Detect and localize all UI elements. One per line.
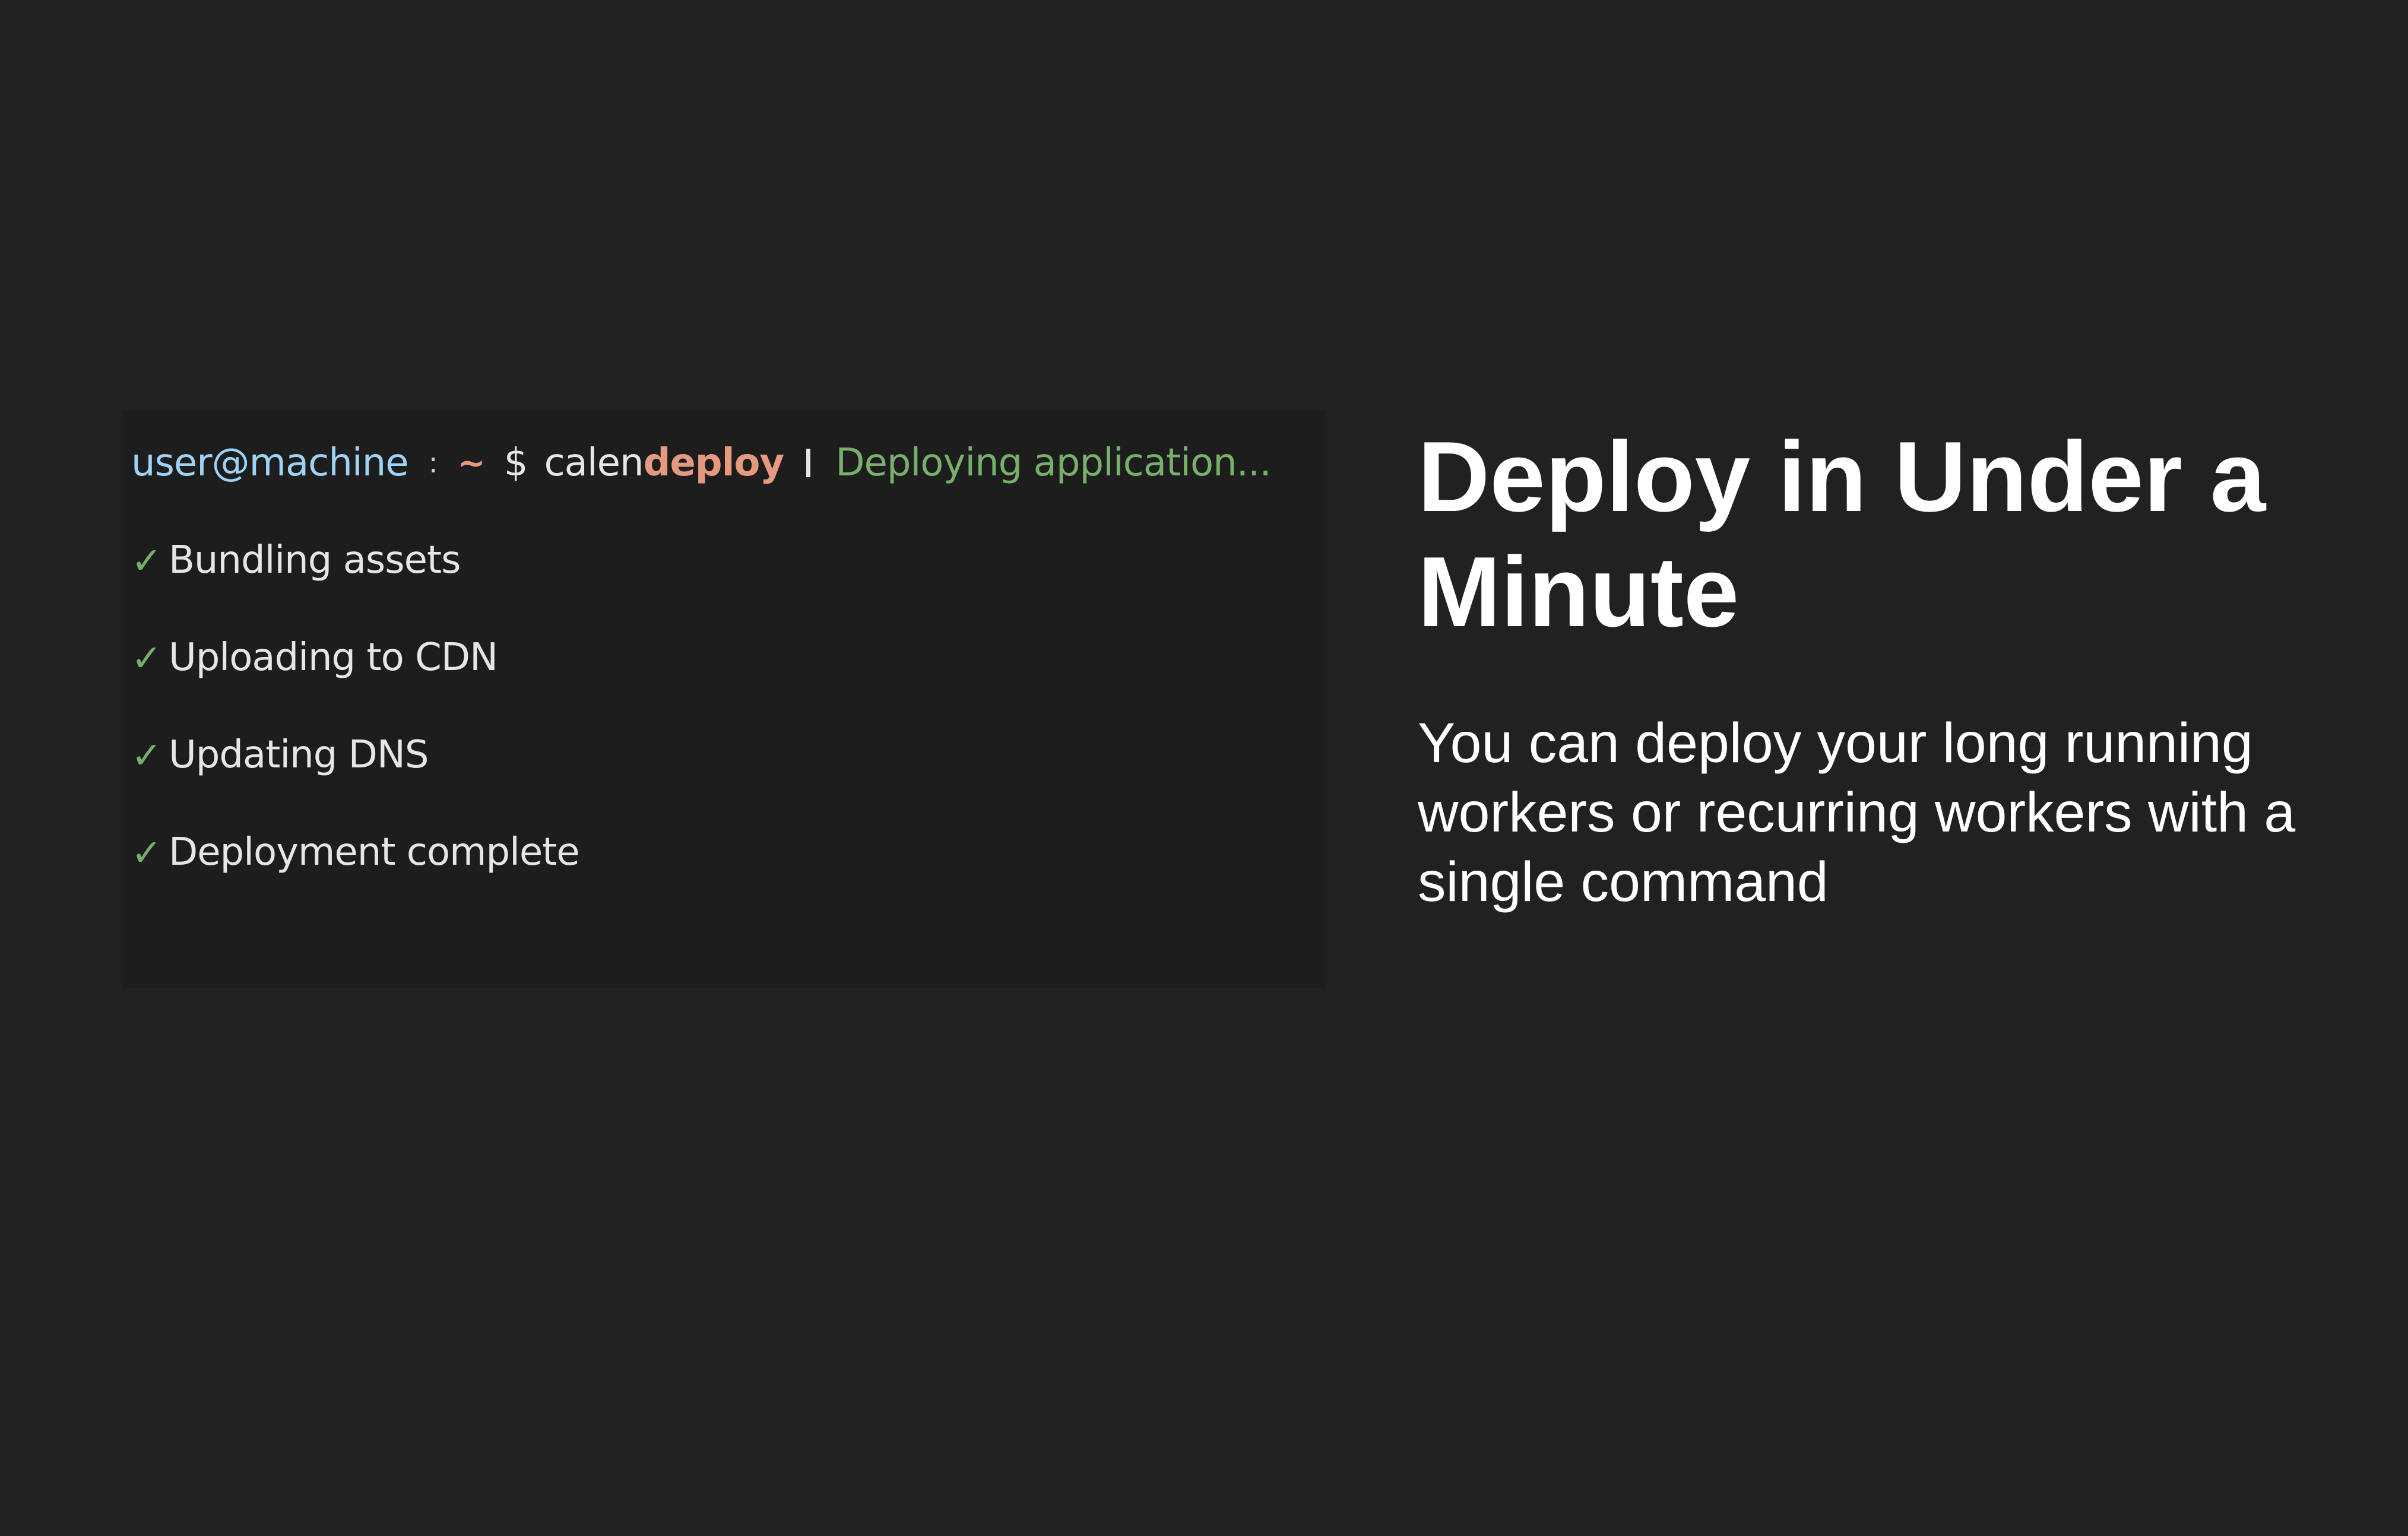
step-label: Uploading to CDN — [168, 636, 498, 680]
check-icon: ✓ — [131, 538, 162, 582]
step-label: Bundling assets — [168, 538, 461, 582]
step-item: ✓ Deployment complete — [131, 823, 580, 882]
step-item: ✓ Bundling assets — [131, 531, 461, 590]
step-label: Updating DNS — [168, 733, 429, 777]
prompt-user: user@machine — [131, 441, 409, 485]
command-suffix: deploy — [643, 441, 785, 485]
prompt-dollar: $ — [503, 441, 528, 485]
check-icon: ✓ — [131, 830, 162, 874]
command-prefix: calen — [544, 441, 644, 485]
feature-heading: Deploy in Under a Minute — [1418, 421, 2266, 648]
prompt-tilde: ~ — [457, 443, 486, 483]
step-label: Deployment complete — [168, 830, 580, 874]
terminal-prompt-line: user@machine : ~ $ calen deploy Deploying… — [131, 433, 1272, 493]
deploy-status: Deploying application... — [835, 441, 1271, 485]
step-item: ✓ Uploading to CDN — [131, 628, 498, 687]
page: user@machine : ~ $ calen deploy Deploying… — [0, 0, 2408, 1536]
feature-description: You can deploy your long running workers… — [1418, 712, 2296, 913]
prompt-colon: : — [428, 446, 438, 480]
terminal-window: user@machine : ~ $ calen deploy Deploying… — [122, 411, 1326, 988]
check-icon: ✓ — [131, 636, 162, 680]
cursor-bar — [806, 449, 811, 477]
step-item: ✓ Updating DNS — [131, 725, 429, 785]
check-icon: ✓ — [131, 733, 162, 777]
